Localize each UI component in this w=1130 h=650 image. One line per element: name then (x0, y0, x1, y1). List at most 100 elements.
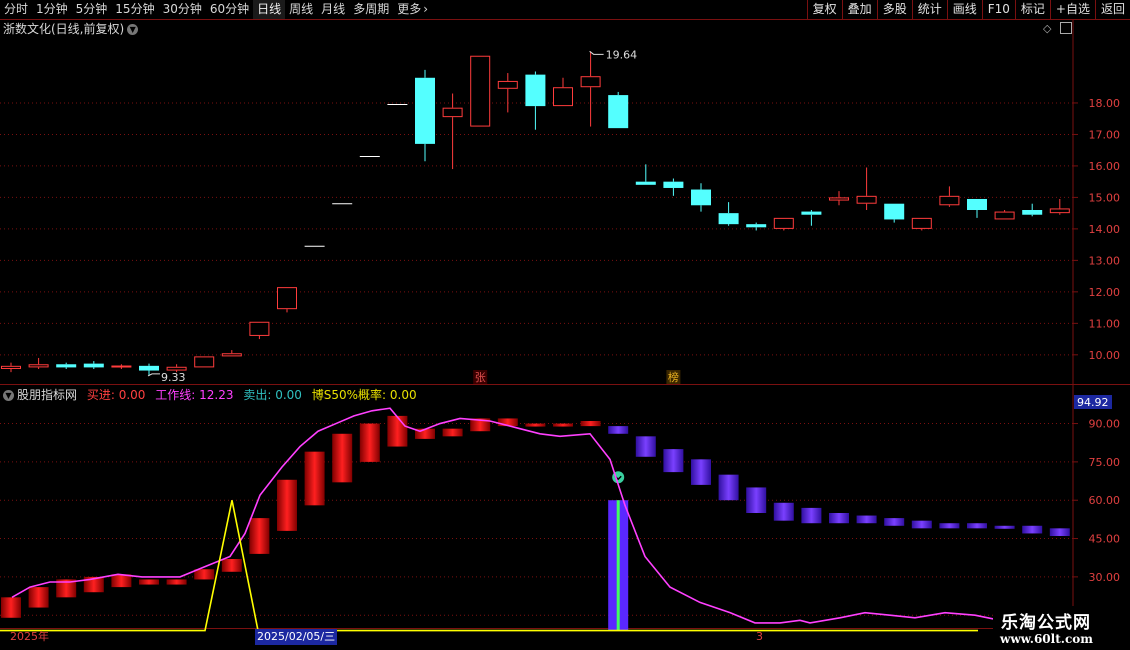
indicator-bar (387, 415, 408, 447)
price-tick-label: 11.00 (1089, 317, 1121, 330)
candle (718, 202, 739, 226)
indicator-bar (884, 518, 905, 526)
candle (111, 364, 132, 369)
indicator-tick-label: 45.00 (1089, 533, 1121, 546)
candle (884, 203, 905, 223)
candle (856, 167, 877, 210)
candle (221, 350, 242, 357)
candle (939, 186, 960, 207)
candle-body-down (608, 95, 629, 129)
price-tick-label: 17.00 (1089, 128, 1121, 141)
month-mark: 3 (756, 630, 763, 643)
candle (801, 210, 822, 226)
indicator-bar (553, 423, 573, 427)
low-label: 9.33 (161, 371, 186, 384)
price-tick-label: 14.00 (1089, 223, 1121, 236)
date-bar: 2025年 2025/02/05/三 3 (0, 629, 1073, 645)
candle-body-down (801, 211, 822, 215)
candle-body-down (83, 363, 104, 368)
price-tick-label: 16.00 (1089, 160, 1121, 173)
kline-chart[interactable]: 18.00 17.00 16.00 15.00 14.00 13.00 12.00 11.00… (0, 0, 1130, 650)
candle (746, 222, 767, 231)
candle-body-up (249, 321, 270, 336)
candle (470, 55, 491, 127)
indicator-tick-label: 60.00 (1089, 494, 1121, 507)
indicator-bar (442, 428, 463, 437)
candle-body-up (1, 365, 21, 369)
indicator-bar (221, 559, 242, 572)
indicator-bar (939, 523, 960, 529)
candle (497, 73, 518, 113)
candle-body-down (884, 203, 905, 220)
candle (663, 178, 684, 196)
low-pointer (147, 373, 160, 377)
candle-body-down (718, 213, 739, 225)
event-marker-label: 榜 (668, 370, 679, 384)
candle (415, 69, 435, 162)
indicator-bar (580, 421, 601, 427)
work-line (11, 407, 1061, 624)
indicator-bar (1022, 525, 1043, 534)
candle (635, 164, 656, 185)
candle (525, 71, 546, 130)
candle (691, 183, 711, 212)
candle-body-down (967, 198, 987, 210)
indicator-bar (1, 597, 21, 618)
candle (967, 198, 987, 218)
current-value-label: 94.92 (1077, 396, 1109, 409)
cursor-date: 2025/02/05/三 (255, 629, 338, 645)
candle-body-down (139, 365, 159, 371)
candle-body-up (221, 353, 242, 357)
indicator-bar (801, 507, 822, 524)
indicator-tick-label: 30.00 (1089, 571, 1121, 584)
indicator-bar (28, 587, 49, 608)
indicator-bar (911, 520, 932, 529)
indicator-bar (829, 513, 849, 524)
candle (1022, 203, 1043, 217)
indicator-bars (1, 415, 1070, 631)
high-label: 19.64 (606, 48, 638, 61)
year-label: 2025年 (10, 630, 49, 643)
indicator-bar (967, 523, 987, 529)
candle (829, 191, 849, 206)
indicator-grid (0, 423, 1073, 616)
indicator-bar (746, 487, 767, 513)
price-tick-label: 15.00 (1089, 191, 1121, 204)
candle (911, 217, 932, 231)
candle-body-up (1049, 208, 1070, 214)
watermark-title: 乐淘公式网 (1001, 613, 1091, 633)
candle-body-up (994, 211, 1015, 220)
candle-body-up (166, 366, 187, 371)
candle-body-up (442, 107, 463, 118)
candle (1, 362, 21, 373)
indicator-bar (773, 502, 794, 521)
candle-body-up (856, 195, 877, 204)
sell-signal-center (616, 500, 620, 631)
candle (580, 51, 601, 127)
event-marker-label: 张 (475, 371, 486, 384)
candle (773, 217, 794, 231)
indicator-bar (856, 515, 877, 524)
price-tick-label: 18.00 (1089, 97, 1121, 110)
candle-body-down (415, 77, 435, 144)
indicator-bar (525, 423, 546, 427)
candle (608, 91, 629, 129)
candle (56, 362, 77, 369)
candle-body-up (28, 364, 49, 368)
candle (994, 210, 1015, 220)
indicator-bar (111, 574, 132, 588)
indicator-bar (277, 479, 297, 531)
indicator-bar (359, 423, 380, 462)
chart-annotations: 19.64 9.33 张 榜 (147, 48, 681, 384)
candle (553, 77, 573, 107)
candle-body-up (470, 55, 491, 127)
indicator-bar (304, 451, 325, 506)
candle-body-down (746, 224, 767, 228)
candle (442, 93, 463, 170)
price-axis: 18.00 17.00 16.00 15.00 14.00 13.00 12.00 11.00… (1073, 97, 1120, 362)
candle-body-up (580, 76, 601, 88)
candle-body-up (194, 356, 215, 368)
indicator-bar (332, 433, 353, 483)
indicator-bar (608, 426, 629, 434)
candle-body-up (773, 217, 794, 229)
